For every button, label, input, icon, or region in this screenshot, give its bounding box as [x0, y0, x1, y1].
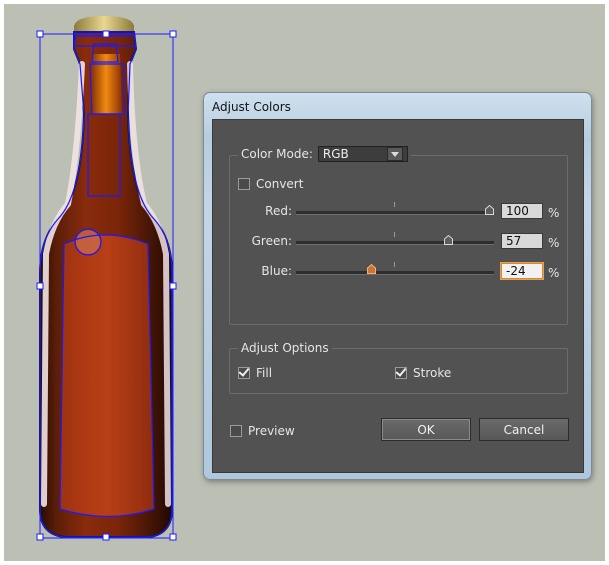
blue-slider-thumb-icon[interactable] — [367, 264, 376, 274]
dialog-title: Adjust Colors — [212, 100, 291, 114]
red-slider-midpoint — [394, 202, 395, 207]
green-value-input[interactable]: 57 — [501, 233, 543, 249]
stroke-label: Stroke — [413, 366, 452, 380]
green-label: Green: — [251, 234, 292, 248]
stroke-checkbox[interactable] — [395, 367, 407, 379]
red-unit: % — [548, 206, 560, 220]
blue-value-input[interactable]: -24 — [501, 263, 543, 279]
stroke-checkbox-row[interactable]: Stroke — [395, 366, 451, 380]
bottle-neck — [90, 54, 122, 114]
chevron-down-icon[interactable] — [386, 147, 403, 161]
red-label: Red: — [265, 204, 292, 218]
fill-checkbox[interactable] — [238, 367, 250, 379]
color-mode-legend: Color Mode: RGB — [238, 146, 411, 162]
green-unit: % — [548, 236, 560, 250]
cancel-button[interactable]: Cancel — [479, 418, 569, 441]
color-mode-label: Color Mode: — [241, 147, 313, 161]
convert-checkbox-row[interactable]: Convert — [238, 177, 303, 191]
color-mode-value: RGB — [322, 147, 349, 161]
convert-checkbox[interactable] — [238, 178, 250, 190]
blue-label: Blue: — [261, 264, 292, 278]
bottle-glint — [76, 230, 100, 254]
green-slider-track[interactable] — [296, 241, 494, 245]
bottle-label — [60, 235, 154, 517]
red-value-input[interactable]: 100 — [501, 203, 543, 219]
color-mode-select[interactable]: RGB — [317, 146, 408, 162]
adjust-options-legend: Adjust Options — [238, 341, 332, 355]
dialog-body: Color Mode: RGB Convert Red: 100 % Green… — [212, 119, 584, 473]
red-slider-thumb-icon[interactable] — [485, 205, 494, 215]
color-mode-group: Color Mode: RGB Convert Red: 100 % Green… — [229, 146, 568, 325]
blue-unit: % — [548, 266, 560, 280]
adjust-options-group: Adjust Options Fill Stroke — [229, 341, 568, 394]
ok-button[interactable]: OK — [381, 418, 471, 441]
preview-checkbox-row[interactable]: Preview — [230, 424, 295, 438]
preview-checkbox[interactable] — [230, 425, 242, 437]
red-slider-track[interactable] — [296, 211, 494, 215]
green-slider-thumb-icon[interactable] — [444, 235, 453, 245]
blue-slider-track[interactable] — [296, 271, 494, 275]
blue-slider-midpoint — [394, 262, 395, 267]
adjust-colors-dialog: Adjust Colors Color Mode: RGB Convert Re… — [203, 92, 592, 480]
preview-label: Preview — [248, 424, 295, 438]
convert-label: Convert — [256, 177, 304, 191]
fill-checkbox-row[interactable]: Fill — [238, 366, 272, 380]
fill-label: Fill — [256, 366, 273, 380]
green-slider-midpoint — [394, 232, 395, 237]
